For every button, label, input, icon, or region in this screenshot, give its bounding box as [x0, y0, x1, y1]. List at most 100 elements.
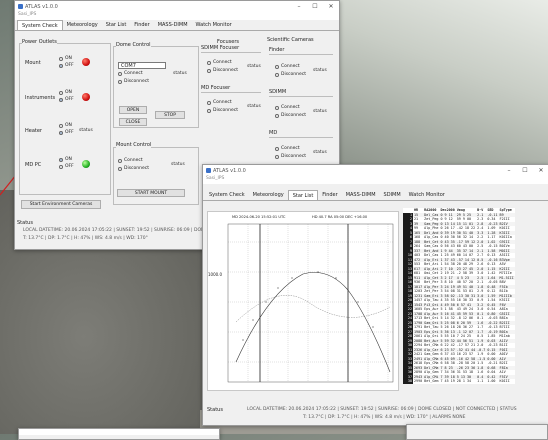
tab-mass-dimm[interactable]: MASS-DIMM	[342, 190, 380, 200]
table-cell: 60 14 07	[455, 253, 477, 258]
mount-connect-radio[interactable]: Connect	[118, 158, 143, 163]
table-cell: 28 36 27	[455, 325, 477, 330]
table-cell: -0.13	[486, 325, 499, 330]
mount-on-radio[interactable]: ON	[59, 56, 72, 61]
third-window-titlebar	[19, 429, 219, 435]
table-cell: -8 12 06	[455, 316, 477, 321]
minimize-icon[interactable]: –	[291, 3, 307, 10]
md-focuser-connect-radio[interactable]: Connect	[207, 100, 232, 105]
table-cell: 0 26 17	[439, 226, 456, 231]
mount-disconnect-radio[interactable]: Disconnect	[118, 166, 149, 171]
md-pc-off-radio[interactable]: OFF	[59, 164, 74, 169]
table-cell: 31 53 18	[455, 370, 477, 375]
table-cell: 20 48 29	[455, 262, 477, 267]
tab-star-list[interactable]: Star List	[287, 190, 319, 200]
dome-port-input[interactable]: COM7	[118, 62, 166, 69]
instruments-on-radio[interactable]: ON	[59, 90, 72, 95]
tab-mass-dimm[interactable]: MASS-DIMM	[154, 20, 192, 30]
chart-grid	[228, 224, 393, 382]
table-cell: 2 19 21	[439, 271, 456, 276]
heater-on-radio[interactable]: ON	[59, 123, 72, 128]
finder-camera-label: Finder	[269, 47, 285, 53]
background-snow-ridge	[330, 0, 548, 170]
tab-star-list[interactable]: Star List	[102, 20, 131, 30]
table-cell: 3 54 08	[439, 289, 456, 294]
mount-control-label: Mount Control	[116, 142, 152, 148]
sdimm-camera-connect-radio[interactable]: Connect	[275, 105, 300, 110]
status-line-2: T: 13.7°C | DP: 1.7°C | H: 47% | WS: 4.8…	[23, 236, 148, 241]
table-cell: 1 25 49	[439, 253, 456, 258]
table-cell: -0.15	[486, 244, 499, 249]
tab-system-check[interactable]: System Check	[17, 20, 63, 30]
table-cell: 2061	[413, 334, 424, 339]
table-cell: 60 43 00	[455, 244, 477, 249]
chart-frame	[227, 223, 394, 383]
sdimm-camera-disconnect-radio[interactable]: Disconnect	[275, 113, 306, 118]
start-environment-cameras-button[interactable]: Start Environment Cameras	[21, 200, 101, 209]
instruments-off-radio[interactable]: OFF	[59, 97, 74, 102]
third-window-edge	[18, 428, 220, 440]
md-camera-connect-radio[interactable]: Connect	[275, 146, 300, 151]
dome-connect-radio[interactable]: Connect	[118, 71, 143, 76]
table-cell: 5 14 32	[439, 316, 456, 321]
maximize-icon[interactable]: ☐	[307, 3, 323, 10]
table-cell: Zet_Per	[423, 289, 440, 294]
sdimm-camera-label: SDIMM	[269, 89, 287, 95]
heater-status-text: status	[79, 128, 93, 133]
tab-finder[interactable]: Finder	[130, 20, 153, 30]
status-line-2-2: T: 13.7°C | DP: 1.7°C | H: 47% | WS: 4.8…	[303, 415, 466, 420]
table-cell: Bet_Tau	[423, 325, 440, 330]
tab-finder[interactable]: Finder	[318, 190, 341, 200]
tab-watch-monitor[interactable]: Watch Monitor	[192, 20, 236, 30]
power-outlets-label: Power Outlets	[22, 39, 57, 45]
sdimm-focuser-disconnect-radio[interactable]: Disconnect	[207, 68, 238, 73]
table-cell: 2990	[413, 379, 424, 384]
table-cell: Alp_Phe	[423, 226, 440, 231]
dome-close-button[interactable]: CLOSE	[119, 118, 147, 126]
tab-meteorology[interactable]: Meteorology	[249, 190, 288, 200]
dome-disconnect-radio[interactable]: Disconnect	[118, 79, 149, 84]
tab-system-check[interactable]: System Check	[205, 190, 249, 200]
table-cell: 2890	[413, 370, 424, 375]
window-subtitle: Sasi_IPS	[15, 12, 339, 20]
dome-stop-button[interactable]: STOP	[155, 111, 185, 119]
maximize-icon[interactable]: ☐	[517, 167, 533, 174]
sdimm-focuser-connect-radio[interactable]: Connect	[207, 60, 232, 65]
close-icon[interactable]: ✕	[323, 3, 339, 10]
table-cell: 7 34 36	[439, 370, 456, 375]
md-pc-on-radio[interactable]: ON	[59, 157, 72, 162]
table-cell: Gam_Cas	[423, 244, 440, 249]
start-mount-button[interactable]: START MOUNT	[117, 189, 185, 197]
status-label: Status	[17, 220, 33, 226]
table-cell: 1791	[413, 325, 424, 330]
table-cell: K0III	[498, 379, 515, 384]
table-cell: -0.05	[486, 280, 499, 285]
star-table-header-cell: Dec2000	[439, 208, 456, 213]
mount-status-led	[82, 58, 90, 66]
table-cell: 6 37 43	[439, 352, 456, 357]
tab-sdimm[interactable]: SDIMM	[380, 190, 405, 200]
sdimm-camera-divider	[269, 96, 333, 97]
md-camera-disconnect-radio[interactable]: Disconnect	[275, 154, 306, 159]
mount-off-radio[interactable]: OFF	[59, 63, 74, 68]
table-row[interactable]: 38 2990 Bet_Gem 7 45 19 28 1 34 1.1 1.00 K0III	[403, 379, 515, 384]
dome-status-text: status	[173, 71, 187, 76]
heater-off-radio[interactable]: OFF	[59, 130, 74, 135]
table-cell: Omi_Cet	[423, 271, 440, 276]
dome-open-button[interactable]: OPEN	[119, 106, 147, 114]
table-cell: 6 22 42	[439, 343, 456, 348]
table-cell: 16 23 57	[455, 352, 477, 357]
table-cell: 31 53 01	[455, 289, 477, 294]
table-cell: Zet_Peg	[423, 217, 440, 222]
minimize-icon[interactable]: –	[501, 167, 517, 174]
app-icon-2	[206, 168, 211, 173]
finder-disconnect-radio[interactable]: Disconnect	[275, 72, 306, 77]
status-line-2-1: LOCAL DATETIME: 20.06.2024 17:05:22 | SU…	[247, 407, 517, 412]
finder-connect-radio[interactable]: Connect	[275, 64, 300, 69]
table-cell: Del_Cas	[423, 253, 440, 258]
fourth-window-edge	[406, 424, 548, 440]
close-icon[interactable]: ✕	[533, 167, 548, 174]
tab-watch-monitor[interactable]: Watch Monitor	[405, 190, 449, 200]
md-focuser-disconnect-radio[interactable]: Disconnect	[207, 108, 238, 113]
tab-meteorology[interactable]: Meteorology	[63, 20, 102, 30]
